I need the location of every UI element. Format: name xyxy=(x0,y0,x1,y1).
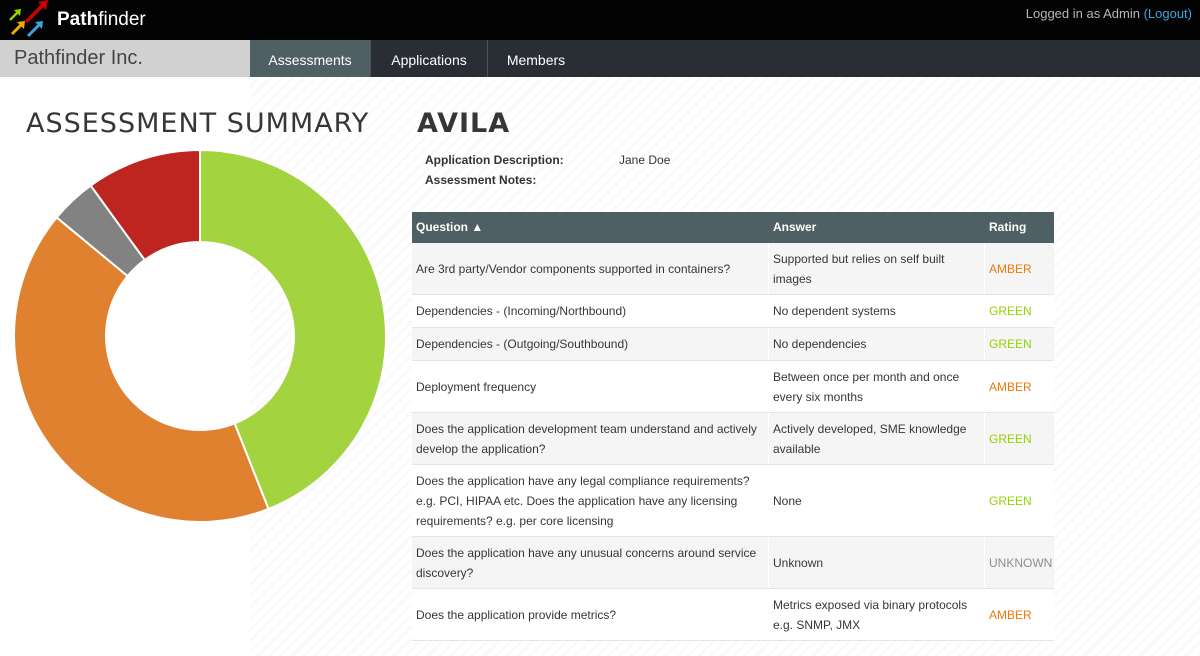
column-divider xyxy=(768,328,769,360)
assessment-table: Question ▲ Answer Rating Are 3rd party/V… xyxy=(412,212,1054,641)
answer-cell: Actively developed, SME knowledge availa… xyxy=(773,421,967,456)
column-divider xyxy=(984,589,985,640)
question-cell: Are 3rd party/Vendor components supporte… xyxy=(416,261,731,276)
answer-cell: Between once per month and once every si… xyxy=(773,369,960,404)
description-label: Application Description: xyxy=(425,153,564,167)
column-divider xyxy=(984,328,985,360)
question-cell: Does the application development team un… xyxy=(416,421,757,456)
rating-cell: AMBER xyxy=(989,607,1032,622)
question-cell: Does the application have any unusual co… xyxy=(416,545,757,580)
column-divider xyxy=(984,465,985,536)
table-row: Does the application provide metrics? Met… xyxy=(412,589,1054,641)
answer-cell: Supported but relies on self built image… xyxy=(773,251,945,286)
brand-rest: finder xyxy=(98,9,146,30)
pathfinder-logo-icon xyxy=(9,0,48,38)
question-cell: Deployment frequency xyxy=(416,379,537,394)
column-divider xyxy=(984,537,985,588)
top-header: Pathfinder Logged in as Admin (Logout) xyxy=(0,0,1200,40)
table-row: Are 3rd party/Vendor components supporte… xyxy=(412,243,1054,295)
question-cell: Dependencies - (Outgoing/Southbound) xyxy=(416,337,629,351)
header-rating[interactable]: Rating xyxy=(989,212,1026,243)
column-divider xyxy=(984,243,985,294)
table-row: Dependencies - (Incoming/Northbound) No d… xyxy=(412,295,1054,328)
org-name: Pathfinder Inc. xyxy=(0,40,250,77)
rating-cell: UNKNOWN xyxy=(989,555,1053,570)
table-row: Does the application have any legal comp… xyxy=(412,465,1054,537)
answer-cell: Unknown xyxy=(773,555,824,570)
answer-cell: No dependent systems xyxy=(773,304,896,318)
table-row: Does the application have any unusual co… xyxy=(412,537,1054,589)
brand-bold: Path xyxy=(57,9,99,30)
tab-assessments[interactable]: Assessments xyxy=(250,40,371,77)
rating-cell: AMBER xyxy=(989,379,1032,394)
summary-title: ASSESSMENT SUMMARY xyxy=(26,108,370,139)
column-divider xyxy=(768,537,769,588)
table-header: Question ▲ Answer Rating xyxy=(412,212,1054,243)
tab-applications[interactable]: Applications xyxy=(371,40,488,77)
rating-cell: AMBER xyxy=(989,261,1032,276)
column-divider xyxy=(984,413,985,464)
description-value: Jane Doe xyxy=(619,153,671,167)
column-divider xyxy=(768,243,769,294)
application-name: AVILA xyxy=(417,108,511,139)
assessment-donut-chart xyxy=(14,150,386,522)
rating-cell: GREEN xyxy=(989,337,1032,351)
answer-cell: No dependencies xyxy=(773,337,867,351)
rating-cell: GREEN xyxy=(989,493,1032,508)
answer-cell: None xyxy=(773,493,802,508)
column-divider xyxy=(768,465,769,536)
question-cell: Does the application have any legal comp… xyxy=(416,473,750,528)
column-divider xyxy=(768,295,769,327)
question-cell: Does the application provide metrics? xyxy=(416,607,617,622)
rating-cell: GREEN xyxy=(989,304,1032,318)
header-answer[interactable]: Answer xyxy=(773,212,816,243)
column-divider xyxy=(984,361,985,412)
column-divider xyxy=(768,413,769,464)
logout-link[interactable]: (Logout) xyxy=(1144,6,1192,21)
tab-members[interactable]: Members xyxy=(488,40,584,77)
main-nav: Pathfinder Inc. Assessments Applications… xyxy=(0,40,1200,77)
table-body: Are 3rd party/Vendor components supporte… xyxy=(412,243,1054,641)
header-question[interactable]: Question ▲ xyxy=(416,212,483,243)
table-row: Does the application development team un… xyxy=(412,413,1054,465)
column-divider xyxy=(768,589,769,640)
column-divider xyxy=(984,295,985,327)
question-cell: Dependencies - (Incoming/Northbound) xyxy=(416,304,627,318)
brand-name[interactable]: Pathfinder xyxy=(57,8,146,32)
table-row: Dependencies - (Outgoing/Southbound) No d… xyxy=(412,328,1054,361)
column-divider xyxy=(768,361,769,412)
notes-label: Assessment Notes: xyxy=(425,173,537,187)
answer-cell: Metrics exposed via binary protocols e.g… xyxy=(773,597,968,632)
table-row: Deployment frequency Between once per mon… xyxy=(412,361,1054,413)
login-status: Logged in as Admin (Logout) xyxy=(1026,6,1192,22)
login-text: Logged in as Admin xyxy=(1025,6,1144,21)
rating-cell: GREEN xyxy=(989,431,1032,446)
